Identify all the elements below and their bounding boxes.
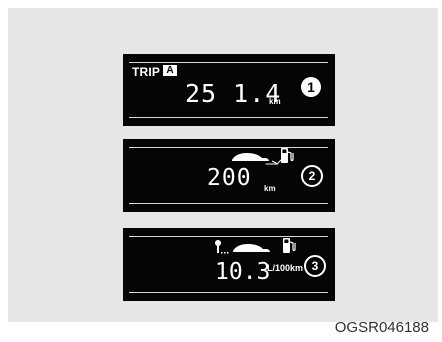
display-bottom-line — [129, 292, 328, 293]
distance-to-empty-display: 200 km 2 — [123, 139, 335, 212]
page-root: { "panels": [ { "label": "TRIP", "badge"… — [0, 0, 442, 342]
distance-to-empty-unit: km — [264, 184, 276, 193]
trip-distance-display: TRIP A 25 1.4 km 1 — [123, 54, 335, 126]
trip-distance-unit: km — [269, 97, 281, 106]
car-icon — [232, 153, 283, 165]
display-top-line — [129, 147, 328, 148]
fuel-economy-value: 10.3 — [215, 259, 271, 285]
illustration-frame: TRIP A 25 1.4 km 1 200 km 2 10.3 L/100km… — [8, 8, 438, 322]
callout-number-1: 1 — [301, 77, 321, 97]
gas-station-icon — [281, 148, 294, 163]
display-bottom-line — [129, 117, 328, 118]
display-bottom-line — [129, 203, 328, 204]
car-icon — [215, 240, 270, 254]
gas-station-icon — [283, 238, 296, 253]
callout-number-2: 2 — [301, 165, 323, 187]
fuel-economy-unit: L/100km — [267, 263, 304, 273]
callout-number-3: 3 — [304, 255, 326, 277]
trip-label: TRIP — [132, 65, 161, 79]
fuel-economy-display: 10.3 L/100km 3 — [123, 228, 335, 301]
distance-to-empty-value: 200 — [207, 165, 252, 191]
display-top-line — [129, 236, 328, 237]
display-top-line — [129, 62, 328, 63]
trip-distance-value: 25 1.4 — [185, 79, 282, 108]
figure-code: OGSR046188 — [334, 319, 429, 336]
trip-badge: A — [163, 65, 177, 76]
